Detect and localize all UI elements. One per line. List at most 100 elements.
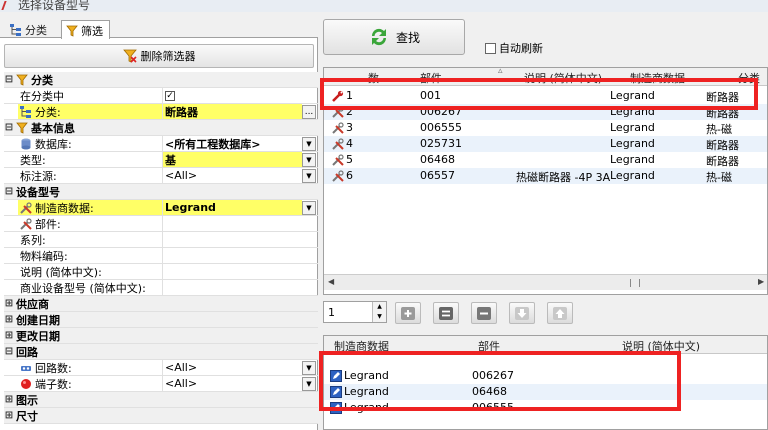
remove-button[interactable] — [471, 302, 497, 324]
selected-column-part[interactable]: 部件 — [478, 338, 500, 354]
collapse-icon[interactable]: ⊟ — [4, 74, 14, 85]
filter-category[interactable]: ⊞ 尺寸 — [4, 408, 318, 424]
move-up-button[interactable] — [547, 302, 573, 324]
title-bar: 选择设备型号 — [0, 0, 768, 12]
filter-property[interactable]: 商业设备型号 (简体中文): — [4, 280, 318, 296]
filter-property[interactable]: 数据库: <所有工程数据库> ▼ — [4, 136, 318, 152]
filter-value[interactable]: ✓ — [162, 88, 302, 103]
dropdown-arrow-icon[interactable]: ▼ — [302, 153, 316, 167]
filter-value[interactable] — [162, 216, 302, 231]
column-header-part[interactable]: 部件 — [420, 70, 442, 86]
cell-mfr: Legrand — [344, 369, 389, 382]
filter-property[interactable]: 回路数: <All> ▼ — [4, 360, 318, 376]
filter-value[interactable]: <All> — [162, 360, 302, 375]
filter-icon — [16, 122, 28, 134]
collapse-icon[interactable]: ⊟ — [4, 186, 14, 197]
selected-column-mfr[interactable]: 制造商数据 — [334, 338, 389, 354]
auto-refresh-box[interactable] — [485, 42, 496, 54]
dropdown-arrow-icon[interactable]: ▼ — [302, 361, 316, 375]
expand-icon[interactable]: ⊞ — [4, 330, 14, 341]
tab-category-label: 分类 — [25, 24, 47, 37]
quantity-stepper[interactable]: 1 ▲ ▼ — [323, 301, 387, 323]
filter-property[interactable]: 类型: 基 ▼ — [4, 152, 318, 168]
filter-value[interactable]: <All> — [162, 376, 302, 391]
filter-value[interactable] — [162, 264, 302, 279]
filter-label: 图示 — [16, 392, 38, 408]
wrench-red-icon — [332, 90, 344, 105]
filter-category[interactable]: ⊟ 基本信息 — [4, 120, 318, 136]
expand-icon[interactable]: ⊞ — [4, 298, 14, 309]
filter-property[interactable]: 部件: — [4, 216, 318, 232]
filter-value[interactable]: Legrand — [162, 200, 302, 215]
filter-property[interactable]: 系列: — [4, 232, 318, 248]
table-row[interactable]: 3 006555 Legrand 热-磁 — [324, 120, 767, 136]
collapse-icon[interactable]: ⊟ — [4, 346, 14, 357]
table-row[interactable]: 2 006267 Legrand 断路器 — [324, 104, 767, 120]
property-grid: ⊟ 分类 在分类中 ✓ 分类: 断路器... ⊟ 基本信息 数据库: <所有工程数据库> ▼ 类型: 基… — [4, 72, 318, 430]
filter-value[interactable]: <所有工程数据库> — [162, 136, 302, 151]
move-down-button[interactable] — [509, 302, 535, 324]
table-row[interactable]: 1 001 Legrand 断路器 — [324, 88, 767, 105]
dropdown-arrow-icon[interactable]: ▼ — [302, 137, 316, 151]
cell-cat: 热-磁 — [706, 171, 732, 184]
replace-button[interactable] — [433, 302, 459, 324]
delete-filter-button[interactable]: 删除筛选器 — [4, 44, 314, 68]
expand-icon[interactable]: ⊞ — [4, 314, 14, 325]
table-row[interactable]: Legrand 06468 — [324, 384, 767, 400]
filter-category[interactable]: ⊞ 创建日期 — [4, 312, 318, 328]
filter-category[interactable]: ⊟ 回路 — [4, 344, 318, 360]
selected-column-desc[interactable]: 说明 (简体中文) — [622, 338, 700, 354]
filter-property[interactable]: 标注源: <All> ▼ — [4, 168, 318, 184]
table-row[interactable]: Legrand 006555 — [324, 400, 767, 416]
column-header-num[interactable]: 数 — [368, 70, 379, 86]
stepper-arrows[interactable]: ▲ ▼ — [372, 302, 386, 322]
filter-category[interactable]: ⊟ 设备型号 — [4, 184, 318, 200]
collapse-icon[interactable]: ⊟ — [4, 122, 14, 133]
horizontal-scrollbar[interactable]: ◀ ▶ — [324, 274, 767, 290]
dropdown-arrow-icon[interactable]: ▼ — [302, 201, 316, 215]
scroll-left-icon[interactable]: ◀ — [328, 277, 334, 286]
filter-property[interactable]: 端子数: <All> ▼ — [4, 376, 318, 392]
tab-category[interactable]: 分类 — [6, 20, 53, 38]
filter-property[interactable]: 制造商数据: Legrand ▼ — [4, 200, 318, 216]
filter-value[interactable] — [162, 232, 302, 247]
table-row[interactable]: 6 06557 热磁断路器 -4P 3A Legrand 热-磁 — [324, 168, 767, 184]
filter-value[interactable]: <All> — [162, 168, 302, 183]
filter-value[interactable]: 基 — [162, 152, 302, 167]
filter-value[interactable] — [162, 248, 302, 263]
filter-property[interactable]: 物料编码: — [4, 248, 318, 264]
filter-value[interactable] — [162, 280, 302, 295]
find-button[interactable]: 查找 — [323, 19, 465, 55]
table-row[interactable]: 4 025731 Legrand 断路器 — [324, 136, 767, 152]
auto-refresh-checkbox[interactable]: 自动刷新 — [485, 40, 543, 56]
filter-property[interactable]: 分类: 断路器... — [4, 104, 318, 120]
column-header-desc[interactable]: 说明 (简体中文) — [524, 70, 602, 86]
column-header-mfr[interactable]: 制造商数据 — [630, 70, 685, 86]
browse-button[interactable]: ... — [302, 105, 316, 119]
filter-category[interactable]: ⊞ 图示 — [4, 392, 318, 408]
table-row[interactable]: Legrand 006267 — [324, 368, 767, 384]
expand-icon[interactable]: ⊞ — [4, 410, 14, 421]
filter-label: 供应商 — [16, 296, 49, 312]
filter-category[interactable]: ⊞ 更改日期 — [4, 328, 318, 344]
tab-filter-label: 筛选 — [81, 25, 103, 38]
filter-icon — [16, 74, 28, 86]
table-row[interactable]: 5 06468 Legrand 断路器 — [324, 152, 767, 168]
dropdown-arrow-icon[interactable]: ▼ — [302, 169, 316, 183]
scrollbar-thumb[interactable] — [630, 279, 640, 287]
arrow-down-icon — [515, 306, 529, 320]
tab-filter[interactable]: 筛选 — [61, 20, 110, 39]
column-header-category[interactable]: 分类 — [738, 70, 760, 86]
tab-strip: 分类 筛选 — [0, 12, 318, 39]
add-button[interactable] — [395, 302, 421, 324]
filter-value[interactable]: 断路器 — [162, 104, 302, 119]
filter-category[interactable]: ⊞ 供应商 — [4, 296, 318, 312]
filter-property[interactable]: 说明 (简体中文): — [4, 264, 318, 280]
scroll-right-icon[interactable]: ▶ — [758, 277, 764, 286]
filter-icon — [66, 25, 78, 37]
dropdown-arrow-icon[interactable]: ▼ — [302, 377, 316, 391]
expand-icon[interactable]: ⊞ — [4, 394, 14, 405]
filter-category[interactable]: ⊟ 分类 — [4, 72, 318, 88]
checkbox[interactable]: ✓ — [165, 90, 175, 101]
filter-property[interactable]: 在分类中 ✓ — [4, 88, 318, 104]
